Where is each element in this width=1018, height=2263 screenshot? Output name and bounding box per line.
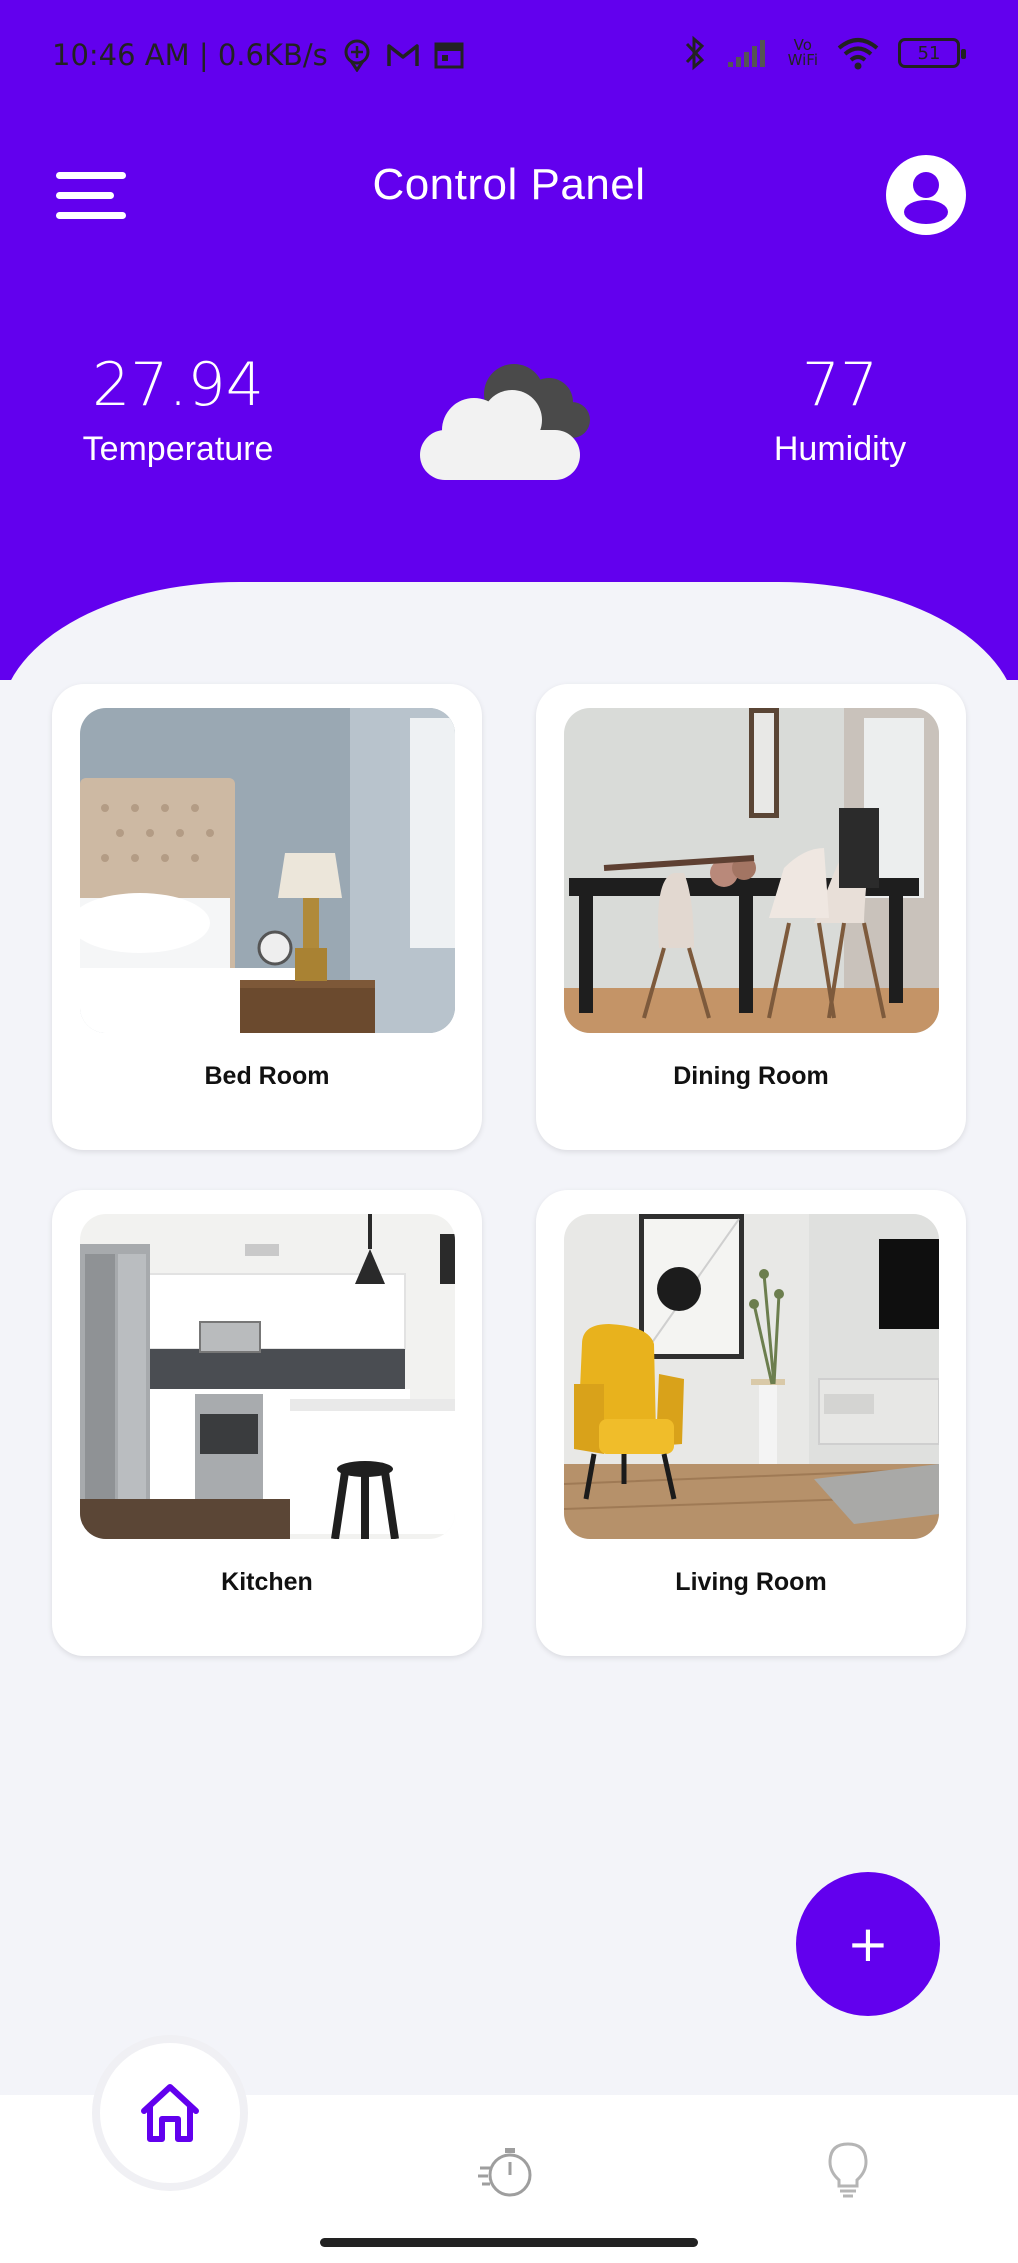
bluetooth-icon (685, 35, 704, 71)
location-pin-icon (344, 39, 370, 72)
room-card-kitchen[interactable]: Kitchen (52, 1190, 482, 1656)
room-card-dining-room[interactable]: Dining Room (536, 684, 966, 1150)
room-name: Kitchen (221, 1568, 313, 1596)
temperature-value: 27.94 (92, 350, 264, 420)
lightbulb-icon[interactable] (826, 2140, 870, 2200)
humidity-value: 77 (801, 350, 879, 420)
account-circle-icon[interactable] (886, 155, 966, 235)
status-bar: 10:46 AM | 0.6KB/s Vo WiFi 51 (0, 0, 1018, 116)
status-time-speed: 10:46 AM | 0.6KB/s (52, 38, 328, 72)
calendar-icon (434, 42, 464, 69)
cloudy-icon (420, 364, 590, 480)
temperature-label: Temperature (82, 430, 274, 468)
wifi-icon (837, 38, 879, 70)
room-card-living-room[interactable]: Living Room (536, 1190, 966, 1656)
gmail-icon (387, 44, 419, 66)
gesture-home-indicator[interactable] (320, 2238, 698, 2247)
room-card-bed-room[interactable]: Bed Room (52, 684, 482, 1150)
battery-indicator: 51 (898, 38, 966, 68)
cellular-signal-icon (727, 40, 765, 67)
vowifi-bottom: WiFi (787, 51, 818, 69)
room-name: Dining Room (673, 1062, 829, 1090)
room-name: Bed Room (204, 1062, 330, 1090)
page-title: Control Panel (372, 160, 646, 209)
room-name: Living Room (675, 1568, 827, 1596)
home-icon (141, 2084, 199, 2142)
status-left: 10:46 AM | 0.6KB/s (52, 38, 464, 72)
vowifi-indicator: Vo WiFi (788, 38, 818, 68)
living-room-photo (564, 1214, 939, 1539)
humidity-metric: 77 Humidity (690, 350, 990, 469)
bedroom-photo (80, 708, 455, 1033)
add-room-button[interactable]: + (796, 1872, 940, 2016)
dining-room-photo (564, 708, 939, 1033)
timer-icon[interactable] (478, 2144, 536, 2200)
humidity-label: Humidity (773, 430, 907, 468)
status-right: Vo WiFi 51 (682, 34, 966, 72)
nav-home[interactable] (92, 2035, 248, 2191)
kitchen-photo (80, 1214, 455, 1539)
temperature-metric: 27.94 Temperature (28, 350, 328, 469)
battery-level: 51 (917, 42, 941, 64)
